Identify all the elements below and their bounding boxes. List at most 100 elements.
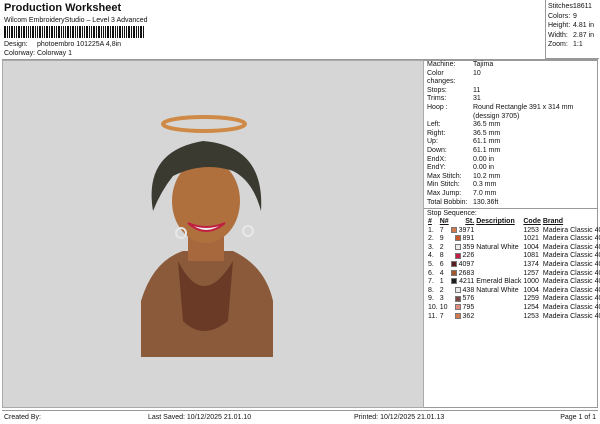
stop-index: 3. (428, 243, 434, 251)
thread-code: 1004 (523, 243, 539, 251)
thread-description (475, 313, 522, 322)
info-value: 36.5 mm (473, 121, 501, 129)
stitch-count: 2683 (458, 269, 475, 277)
thread-description: Natural White (476, 243, 519, 251)
stat-value: 4.81 in (573, 22, 595, 29)
design-preview (2, 60, 424, 408)
info-value: 0.00 in (473, 164, 495, 172)
color-swatch (450, 261, 457, 268)
thread-brand: Madeira Classic 40 (542, 261, 600, 269)
design-label: Design: (4, 41, 28, 48)
col-code: Code (523, 218, 541, 226)
info-value: 0.3 mm (473, 181, 497, 189)
table-row: 9. 3 576 1259 Madeira Classic 40 (427, 295, 600, 304)
color-swatch (454, 252, 461, 259)
color-swatch (454, 235, 461, 242)
stitch-count: 576 (462, 295, 475, 303)
thread-brand: Madeira Classic 40 (542, 269, 600, 277)
needle-number: 6 (439, 261, 444, 269)
thread-brand: Madeira Classic 40 (542, 286, 600, 294)
stitch-count: 4097 (458, 261, 475, 269)
col-needle: N# (439, 218, 449, 226)
last-saved: Last Saved: 10/12/2025 21.01.10 (148, 414, 252, 421)
stop-index: 2. (428, 235, 434, 243)
table-row: 2. 9 891 1021 Madeira Classic 40 (427, 235, 600, 244)
thread-description (475, 235, 522, 244)
needle-number: 1 (439, 278, 444, 286)
info-label: Color changes: (427, 69, 456, 86)
color-swatch (451, 278, 458, 285)
info-value: 10.2 mm (473, 172, 501, 180)
needle-number: 2 (439, 243, 444, 251)
stop-sequence-table: # N# St. Description Code Brand 1. 7 3971… (427, 218, 600, 321)
info-value: 31 (473, 95, 481, 103)
thread-brand: Madeira Classic 40 (542, 252, 600, 260)
stitch-count: 891 (462, 235, 475, 243)
needle-number: 8 (439, 252, 444, 260)
software-name: Wilcom EmbroideryStudio – Level 3 Advanc… (4, 17, 148, 24)
printed-date: Printed: 10/12/2025 21.01.13 (354, 414, 445, 421)
table-row: 1. 7 3971 1253 Madeira Classic 40 (427, 227, 600, 236)
stitch-count: 226 (462, 252, 475, 260)
thread-code: 1021 (523, 235, 539, 243)
table-row: 4. 8 226 1081 Madeira Classic 40 (427, 252, 600, 261)
info-value: 11 (473, 86, 481, 94)
info-row: Color changes: 10 (427, 70, 597, 87)
page-title: Production Worksheet (4, 2, 122, 14)
thread-brand: Madeira Classic 40 (542, 304, 600, 312)
stat-label: Stitches: (548, 3, 575, 10)
earring-right (242, 225, 254, 237)
thread-brand: Madeira Classic 40 (542, 226, 600, 234)
colorway-label: Colorway: (4, 50, 36, 57)
needle-number: 3 (439, 295, 444, 303)
stitch-count: 359 (462, 243, 475, 251)
info-row: Right: 36.5 mm (427, 130, 597, 139)
needle-number: 7 (439, 312, 444, 320)
stitch-count: 795 (462, 304, 475, 312)
thread-description (475, 252, 522, 261)
info-row: Max Stitch: 10.2 mm (427, 173, 597, 182)
color-swatch (454, 287, 461, 293)
table-row: 5. 6 4097 1374 Madeira Classic 40 (427, 261, 600, 270)
info-value: Round Rectangle 391 x 314 mm (dessign 37… (473, 103, 574, 120)
info-row: Hoop : Round Rectangle 391 x 314 mm (dess… (427, 104, 597, 121)
thread-description (475, 270, 522, 279)
info-row: Down: 61.1 mm (427, 147, 597, 156)
needle-number: 4 (439, 269, 444, 277)
info-row: Left: 36.5 mm (427, 121, 597, 130)
needle-number: 2 (439, 286, 444, 294)
info-panel: Machine: Tajima Color changes: 10 Stops: 11 Tr… (424, 60, 600, 408)
thread-brand: Madeira Classic 40 (542, 278, 600, 286)
stop-index: 8. (428, 286, 434, 294)
needle-number: 10 (439, 304, 448, 312)
table-row: 6. 4 2683 1257 Madeira Classic 40 (427, 270, 600, 279)
info-row: Trims: 31 (427, 95, 597, 104)
stat-value: 9 (573, 12, 577, 20)
needle-number: 7 (439, 226, 444, 234)
info-row: Machine: Tajima (427, 61, 597, 70)
thread-description: Emerald Black (476, 278, 522, 286)
thread-brand: Madeira Classic 40 (542, 295, 600, 303)
thread-code: 1004 (523, 286, 539, 294)
info-label: Max Jump: (427, 189, 462, 197)
barcode (4, 26, 190, 38)
info-label: Trims: (427, 95, 447, 103)
stat-value: 1:1 (573, 41, 583, 48)
info-label: Stops: (427, 86, 447, 94)
info-label: Up: (427, 138, 438, 146)
info-label: Left: (427, 121, 441, 129)
created-by: Created By: (4, 414, 41, 421)
thread-description (475, 304, 522, 313)
table-row: 7. 1 4211 Emerald Black 1000 Madeira Classic… (427, 278, 600, 287)
info-label: Max Stitch: (427, 172, 462, 180)
thread-code: 1081 (523, 252, 539, 260)
info-label: Machine: (427, 61, 456, 68)
info-row: EndX: 0.00 in (427, 156, 597, 165)
stop-sequence-title: Stop Sequence: (424, 208, 597, 218)
info-value: 0.00 in (473, 155, 495, 163)
color-swatch (454, 295, 461, 302)
stop-index: 4. (428, 252, 434, 260)
col-stitches: St. (465, 218, 475, 226)
stat-row: Width: 2.87 in (548, 31, 597, 41)
stop-index: 10. (428, 304, 438, 312)
